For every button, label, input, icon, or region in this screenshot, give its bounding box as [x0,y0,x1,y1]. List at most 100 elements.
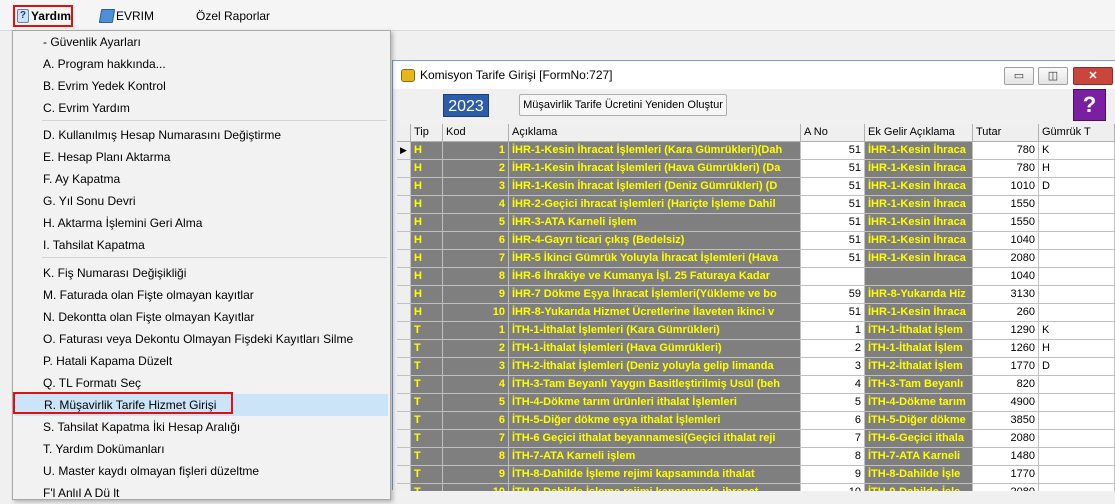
table-row[interactable]: H 8 İHR-6 İhrakiye ve Kumanya İşl. 25 Fatu… [397,268,1115,286]
cell-tip[interactable]: H [411,160,443,178]
cell-ano[interactable]: 5 [801,394,865,412]
cell-ano[interactable]: 51 [801,160,865,178]
cell-kod[interactable]: 6 [443,232,509,250]
cell-ek-gelir[interactable]: İTH-8-Dahilde İşle [865,466,973,484]
table-row[interactable]: H 9 İHR-7 Dökme Eşya İhracat İşlemleri(Yük… [397,286,1115,304]
cell-tip[interactable]: H [411,232,443,250]
cell-kod[interactable]: 8 [443,268,509,286]
cell-ek-gelir[interactable]: İTH-6-Geçici ithala [865,430,973,448]
cell-aciklama[interactable]: İTH-5-Diğer dökme eşya ithalat İşlemleri [509,412,801,430]
cell-tip[interactable]: T [411,448,443,466]
cell-tip[interactable]: T [411,430,443,448]
menu-item-3[interactable]: C. Evrim Yardım [14,97,389,119]
cell-ek-gelir[interactable]: İHR-1-Kesin İhraca [865,196,973,214]
menu-item-17[interactable]: S. Tahsilat Kapatma İki Hesap Aralığı [14,416,389,438]
cell-ano[interactable]: 51 [801,250,865,268]
menu-item-0[interactable]: - Güvenlik Ayarları [14,31,389,53]
table-row[interactable]: H 6 İHR-4-Gayrı ticari çıkış (Bedelsiz) 51 İ… [397,232,1115,250]
menu-item-2[interactable]: B. Evrim Yedek Kontrol [14,75,389,97]
cell-aciklama[interactable]: İHR-8-Yukarıda Hizmet Ücretlerine İlavet… [509,304,801,322]
cell-ano[interactable]: 51 [801,142,865,160]
cell-kod[interactable]: 1 [443,142,509,160]
cell-tutar[interactable]: 1770 [973,466,1039,484]
menu-item-1[interactable]: A. Program hakkında... [14,53,389,75]
table-row[interactable]: T 4 İTH-3-Tam Beyanlı Yaygın Basitleştiril… [397,376,1115,394]
cell-ek-gelir[interactable]: İHR-1-Kesin İhraca [865,142,973,160]
cell-kod[interactable]: 4 [443,376,509,394]
cell-tip[interactable]: T [411,358,443,376]
menu-item-10[interactable]: K. Fiş Numarası Değişikliği [14,262,389,284]
cell-kod[interactable]: 3 [443,358,509,376]
table-row[interactable]: H 2 İHR-1-Kesin İhracat İşlemleri (Hava Gü… [397,160,1115,178]
cell-gumruk[interactable] [1039,214,1115,232]
cell-ano[interactable]: 7 [801,430,865,448]
cell-tutar[interactable]: 2080 [973,250,1039,268]
table-row[interactable]: T 6 İTH-5-Diğer dökme eşya ithalat İşlemle… [397,412,1115,430]
menu-item-9[interactable]: I. Tahsilat Kapatma [14,234,389,256]
cell-ano[interactable]: 1 [801,322,865,340]
cell-gumruk[interactable]: D [1039,178,1115,196]
cell-aciklama[interactable]: İTH-8-Dahilde İşleme rejimi kapsamında i… [509,466,801,484]
cell-aciklama[interactable]: İTH-1-İthalat İşlemleri (Kara Gümrükleri… [509,322,801,340]
cell-ano[interactable]: 51 [801,196,865,214]
cell-ano[interactable]: 6 [801,412,865,430]
cell-ano[interactable]: 51 [801,178,865,196]
menu-item-7[interactable]: G. Yıl Sonu Devri [14,190,389,212]
cell-ano[interactable]: 8 [801,448,865,466]
cell-ek-gelir[interactable]: İHR-8-Yukarıda Hiz [865,286,973,304]
menu-item-11[interactable]: M. Faturada olan Fişte olmayan kayıtlar [14,284,389,306]
cell-ano[interactable]: 51 [801,214,865,232]
cell-gumruk[interactable] [1039,232,1115,250]
table-row[interactable]: T 7 İTH-6 Geçici ithalat beyannamesi(Geçic… [397,430,1115,448]
menu-item-5[interactable]: E. Hesap Planı Aktarma [14,146,389,168]
table-row[interactable]: T 8 İTH-7-ATA Karneli işlem 8 İTH-7-ATA Karn… [397,448,1115,466]
cell-tutar[interactable]: 1550 [973,214,1039,232]
cell-ano[interactable]: 51 [801,232,865,250]
cell-tutar[interactable]: 780 [973,160,1039,178]
maximize-button[interactable]: ◫ [1038,67,1068,85]
cell-tip[interactable]: H [411,178,443,196]
cell-aciklama[interactable]: İHR-3-ATA Karneli işlem [509,214,801,232]
cell-tutar[interactable]: 1290 [973,322,1039,340]
table-row[interactable]: T 1 İTH-1-İthalat İşlemleri (Kara Gümrükle… [397,322,1115,340]
cell-gumruk[interactable] [1039,430,1115,448]
cell-tutar[interactable]: 1260 [973,340,1039,358]
cell-aciklama[interactable]: İTH-2-İthalat İşlemleri (Deniz yoluyla g… [509,358,801,376]
cell-kod[interactable]: 4 [443,196,509,214]
cell-tip[interactable]: H [411,268,443,286]
table-row[interactable]: H 4 İHR-2-Geçici ihracat işlemleri (Hariçt… [397,196,1115,214]
menu-item-8[interactable]: H. Aktarma İşlemini Geri Alma [14,212,389,234]
cell-ek-gelir[interactable]: İTH-7-ATA Karneli [865,448,973,466]
col-header-kod[interactable]: Kod [443,124,509,142]
cell-aciklama[interactable]: İTH-1-İthalat İşlemleri (Hava Gümrükleri… [509,340,801,358]
help-question-button[interactable]: ? [1073,89,1106,121]
cell-gumruk[interactable] [1039,466,1115,484]
cell-gumruk[interactable]: H [1039,160,1115,178]
cell-tip[interactable]: T [411,394,443,412]
cell-aciklama[interactable]: İHR-7 Dökme Eşya İhracat İşlemleri(Yükle… [509,286,801,304]
cell-ek-gelir[interactable]: İTH-4-Dökme tarım [865,394,973,412]
cell-gumruk[interactable] [1039,286,1115,304]
table-row[interactable]: T 2 İTH-1-İthalat İşlemleri (Hava Gümrükle… [397,340,1115,358]
cell-kod[interactable]: 5 [443,394,509,412]
cell-tip[interactable]: H [411,142,443,160]
cell-tip[interactable]: T [411,412,443,430]
cell-tip[interactable]: H [411,196,443,214]
cell-kod[interactable]: 5 [443,214,509,232]
regenerate-tariff-button[interactable]: Müşavirlik Tarife Ücretini Yeniden Oluşt… [519,94,727,116]
cell-ek-gelir[interactable]: İTH-1-İthalat İşlem [865,340,973,358]
menu-item-12[interactable]: N. Dekontta olan Fişte olmayan Kayıtlar [14,306,389,328]
cell-aciklama[interactable]: İHR-2-Geçici ihracat işlemleri (Hariçte … [509,196,801,214]
cell-ek-gelir[interactable]: İHR-1-Kesin İhraca [865,160,973,178]
cell-aciklama[interactable]: İTH-7-ATA Karneli işlem [509,448,801,466]
cell-kod[interactable]: 6 [443,412,509,430]
cell-kod[interactable]: 1 [443,322,509,340]
cell-gumruk[interactable] [1039,394,1115,412]
cell-tip[interactable]: H [411,250,443,268]
cell-tip[interactable]: H [411,304,443,322]
cell-ek-gelir[interactable]: İTH-3-Tam Beyanlı [865,376,973,394]
cell-gumruk[interactable]: K [1039,142,1115,160]
cell-ek-gelir[interactable]: İHR-1-Kesin İhraca [865,214,973,232]
menu-item-20[interactable]: F'l Anlıl A Dü lt [14,482,389,504]
cell-tip[interactable]: T [411,322,443,340]
